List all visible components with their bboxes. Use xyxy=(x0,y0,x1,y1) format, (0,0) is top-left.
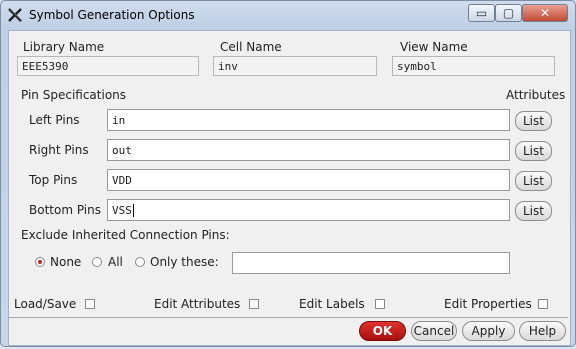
edit-labels-label: Edit Labels xyxy=(299,297,365,311)
view-name-field: symbol xyxy=(392,56,555,76)
top-pins-input[interactable]: VDD xyxy=(107,169,510,191)
edit-labels-checkbox[interactable] xyxy=(375,299,385,309)
cell-name-label: Cell Name xyxy=(220,40,282,54)
bottom-pins-label: Bottom Pins xyxy=(29,203,101,217)
left-pins-label: Left Pins xyxy=(29,113,80,127)
x-cadence-icon xyxy=(8,8,23,22)
radio-only-these[interactable] xyxy=(135,257,145,267)
left-pins-input[interactable]: in xyxy=(107,109,510,131)
top-pins-label: Top Pins xyxy=(29,173,78,187)
edit-properties-checkbox[interactable] xyxy=(538,299,548,309)
dialog-body: Library Name EEE5390 Cell Name inv View … xyxy=(8,30,571,346)
maximize-icon: ▢ xyxy=(502,6,515,20)
radio-only-these-label[interactable]: Only these: xyxy=(150,255,219,269)
title-bar[interactable]: Symbol Generation Options ▭ ▢ ✕ xyxy=(1,1,575,29)
exclude-inherited-label: Exclude Inherited Connection Pins: xyxy=(21,228,230,242)
attributes-label: Attributes xyxy=(506,88,566,102)
radio-none[interactable] xyxy=(35,257,45,267)
window-title: Symbol Generation Options xyxy=(29,8,195,22)
load-save-label: Load/Save xyxy=(14,297,77,311)
left-pins-list-button[interactable]: List xyxy=(515,111,552,131)
library-name-label: Library Name xyxy=(23,40,105,54)
library-name-field: EEE5390 xyxy=(17,56,199,76)
top-pins-list-button[interactable]: List xyxy=(515,171,552,191)
view-name-label: View Name xyxy=(400,40,468,54)
edit-attributes-checkbox[interactable] xyxy=(249,299,259,309)
right-pins-label: Right Pins xyxy=(29,143,89,157)
maximize-button[interactable]: ▢ xyxy=(495,4,522,22)
dialog-window: Symbol Generation Options ▭ ▢ ✕ Library … xyxy=(0,0,576,347)
radio-all-label[interactable]: All xyxy=(108,255,123,269)
cancel-button[interactable]: Cancel xyxy=(411,321,457,341)
cell-name-field: inv xyxy=(213,56,377,76)
text-cursor xyxy=(132,204,134,217)
apply-button[interactable]: Apply xyxy=(462,321,515,341)
help-button[interactable]: Help xyxy=(519,321,566,341)
right-pins-input[interactable]: out xyxy=(107,139,510,161)
only-these-input[interactable] xyxy=(232,252,510,274)
edit-attributes-label: Edit Attributes xyxy=(154,297,241,311)
ok-button[interactable]: OK xyxy=(359,321,406,341)
bottom-pins-list-button[interactable]: List xyxy=(515,201,552,221)
minimize-icon: ▭ xyxy=(475,6,488,20)
minimize-button[interactable]: ▭ xyxy=(468,4,495,22)
pin-specifications-label: Pin Specifications xyxy=(21,88,127,102)
bottom-pins-input[interactable]: VSS xyxy=(107,199,510,221)
edit-properties-label: Edit Properties xyxy=(444,297,532,311)
close-icon: ✕ xyxy=(539,6,551,20)
bottom-separator xyxy=(9,317,568,318)
radio-none-label[interactable]: None xyxy=(50,255,81,269)
bottom-pins-value: VSS xyxy=(112,204,132,217)
right-pins-list-button[interactable]: List xyxy=(515,141,552,161)
load-save-checkbox[interactable] xyxy=(85,299,95,309)
radio-all[interactable] xyxy=(92,257,102,267)
close-button[interactable]: ✕ xyxy=(522,4,568,22)
